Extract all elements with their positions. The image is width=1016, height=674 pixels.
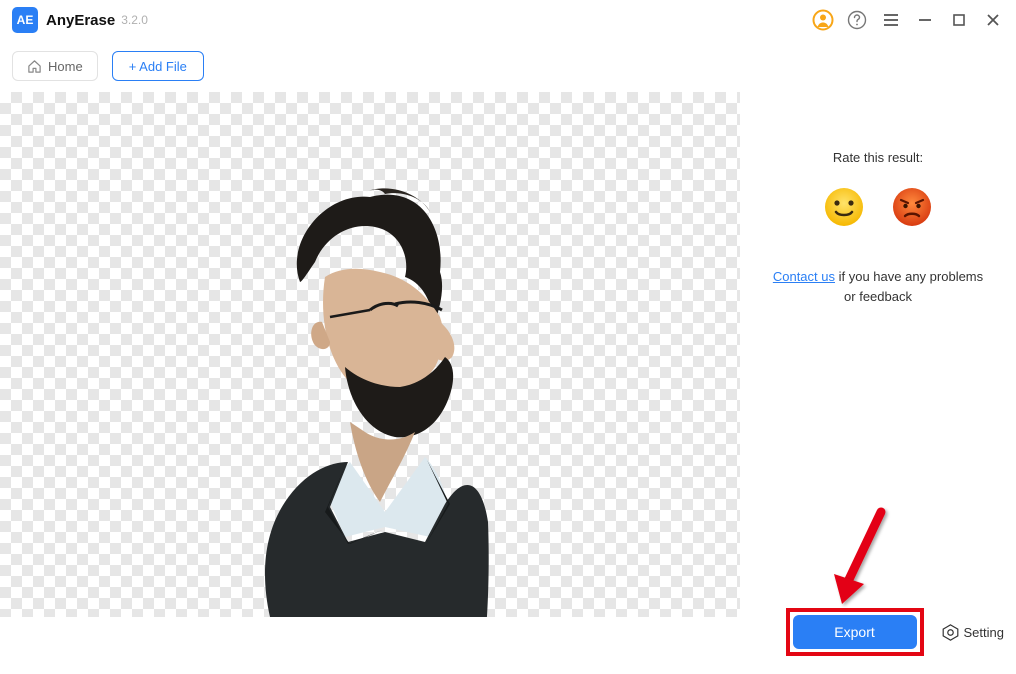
add-file-label: + Add File xyxy=(129,59,187,74)
contact-link[interactable]: Contact us xyxy=(773,269,835,284)
main-area: Rate this result: xyxy=(0,92,1016,674)
feedback-text: Contact us if you have any problems or f… xyxy=(758,267,998,306)
annotation-arrow-icon xyxy=(806,502,896,622)
feedback-rest: if you have any problems or feedback xyxy=(835,269,983,304)
rating-row xyxy=(824,187,932,227)
help-icon[interactable] xyxy=(846,9,868,31)
sidebar: Rate this result: xyxy=(740,92,1016,674)
setting-button[interactable]: Setting xyxy=(942,624,1004,641)
toolbar: Home + Add File xyxy=(0,40,1016,92)
app-logo: AE xyxy=(12,7,38,33)
title-bar: AE AnyErase 3.2.0 xyxy=(0,0,1016,40)
menu-icon[interactable] xyxy=(880,9,902,31)
minimize-icon[interactable] xyxy=(914,9,936,31)
user-icon[interactable] xyxy=(812,9,834,31)
gear-icon xyxy=(942,624,959,641)
home-icon xyxy=(27,59,42,74)
result-image xyxy=(230,172,490,617)
setting-label: Setting xyxy=(964,625,1004,640)
close-icon[interactable] xyxy=(982,9,1004,31)
app-name: AnyErase xyxy=(46,12,115,29)
image-canvas[interactable] xyxy=(0,92,740,617)
bottom-row: Export Setting xyxy=(740,608,1016,656)
rate-title: Rate this result: xyxy=(833,150,923,165)
angry-emoji-icon[interactable] xyxy=(892,187,932,227)
happy-emoji-icon[interactable] xyxy=(824,187,864,227)
window-controls xyxy=(812,9,1004,31)
maximize-icon[interactable] xyxy=(948,9,970,31)
export-button[interactable]: Export xyxy=(793,615,917,649)
home-label: Home xyxy=(48,59,83,74)
export-highlight: Export xyxy=(786,608,924,656)
app-version: 3.2.0 xyxy=(121,13,148,27)
add-file-button[interactable]: + Add File xyxy=(112,51,204,81)
home-button[interactable]: Home xyxy=(12,51,98,81)
